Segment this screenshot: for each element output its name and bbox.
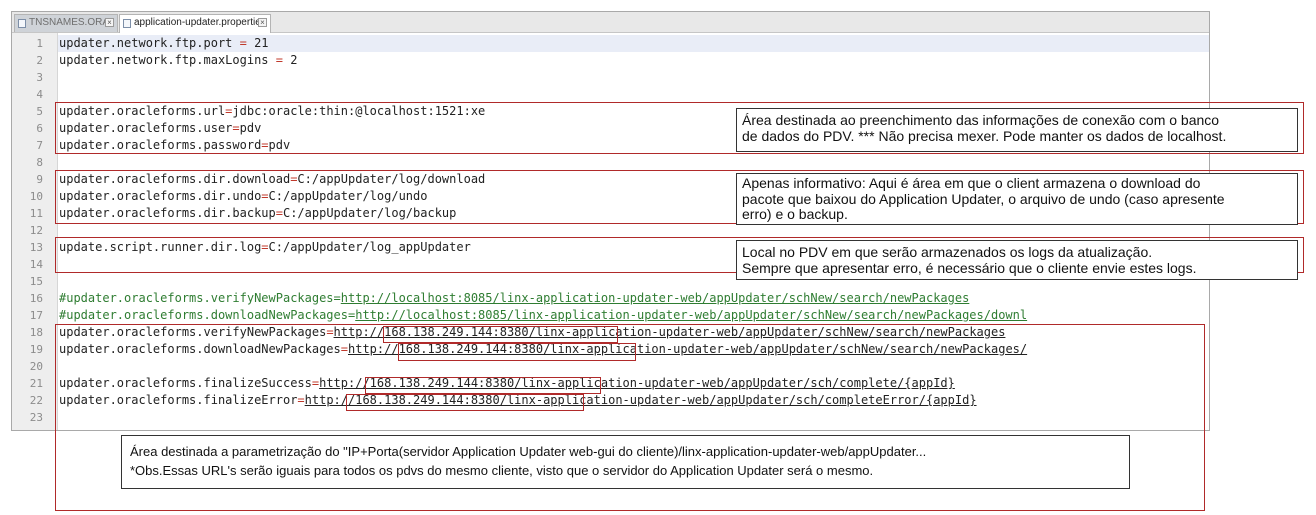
file-icon [123,19,131,28]
line-number: 5 [36,105,43,118]
line-number: 10 [29,190,43,203]
tab-tnsnames[interactable]: TNSNAMES.ORA × [14,14,118,32]
property-value[interactable]: http://localhost:8085/linx-application-u… [341,291,970,305]
line-number: 19 [29,343,43,356]
assignment-operator: = [268,53,291,67]
line-number: 15 [29,275,43,288]
line-number: 22 [29,394,43,407]
line-number: 9 [36,173,43,186]
code-line[interactable]: #updater.oracleforms.downloadNewPackages… [59,307,1027,324]
ip-port-highlight [383,326,618,343]
property-value: 21 [254,36,269,50]
line-number: 12 [29,224,43,237]
property-key: updater.network.ftp.maxLogins [59,53,269,67]
assignment-operator: = [333,291,341,305]
code-line[interactable]: updater.network.ftp.port = 21 [59,35,269,52]
callout-url: Área destinada a parametrização do "IP+P… [121,435,1130,489]
line-number: 16 [29,292,43,305]
callout-db-connection: Área destinada ao preenchimento das info… [736,108,1298,152]
callout-text: Sempre que apresentar erro, é necessário… [742,260,1197,276]
line-number: 18 [29,326,43,339]
assignment-operator: = [232,36,255,50]
code-line[interactable]: #updater.oracleforms.verifyNewPackages=h… [59,290,969,307]
line-number: 20 [29,360,43,373]
line-number: 23 [29,411,43,424]
ip-port-highlight [346,394,584,411]
ip-port-highlight [398,343,636,361]
callout-text: pacote que baixou do Application Updater… [742,190,1225,207]
close-icon[interactable]: × [105,18,114,27]
line-number-gutter: 1 2 3 4 5 6 7 8 9 10 11 12 13 14 15 16 17 18 19 20 21 22 23 [12,33,58,430]
property-key: updater.network.ftp.port [59,36,233,50]
line-number: 17 [29,309,43,322]
code-line[interactable]: updater.network.ftp.maxLogins = 2 [59,52,297,69]
callout-text: Área destinada ao preenchimento das info… [742,112,1220,128]
callout-logs: Local no PDV em que serão armazenados os… [736,240,1298,280]
callout-text: de dados do PDV. *** Não precisa mexer. … [742,128,1227,144]
tab-label: application-updater.properties [134,17,266,28]
line-number: 11 [29,207,43,220]
tab-label: TNSNAMES.ORA [29,17,110,28]
tab-application-updater-properties[interactable]: application-updater.properties × [119,14,271,33]
line-number: 2 [36,54,43,67]
ip-port-highlight [365,377,601,394]
line-number: 13 [29,241,43,254]
line-number: 14 [29,258,43,271]
close-icon[interactable]: × [258,18,267,27]
callout-text: *Obs.Essas URL's serão iguais para todos… [130,463,874,478]
line-number: 6 [36,122,43,135]
line-number: 7 [36,139,43,152]
property-value: 2 [290,53,298,67]
callout-text: erro) e o backup. [742,206,848,222]
line-number: 8 [36,156,43,169]
callout-text: Apenas informativo: Aqui é área em que o… [742,175,1201,191]
callout-directories: Apenas informativo: Aqui é área em que o… [736,173,1298,225]
line-number: 1 [36,37,43,50]
callout-text: Local no PDV em que serão armazenados os… [742,244,1153,260]
line-number: 4 [36,88,43,101]
file-icon [18,19,26,28]
line-number: 21 [29,377,43,390]
line-number: 3 [36,71,43,84]
property-key: #updater.oracleforms.verifyNewPackages [59,291,334,305]
property-value[interactable]: http://localhost:8085/linx-application-u… [355,308,1027,322]
property-key: #updater.oracleforms.downloadNewPackages [59,308,348,322]
tab-bar: TNSNAMES.ORA × application-updater.prope… [12,12,1209,33]
callout-text: Área destinada a parametrização do "IP+P… [130,444,927,459]
